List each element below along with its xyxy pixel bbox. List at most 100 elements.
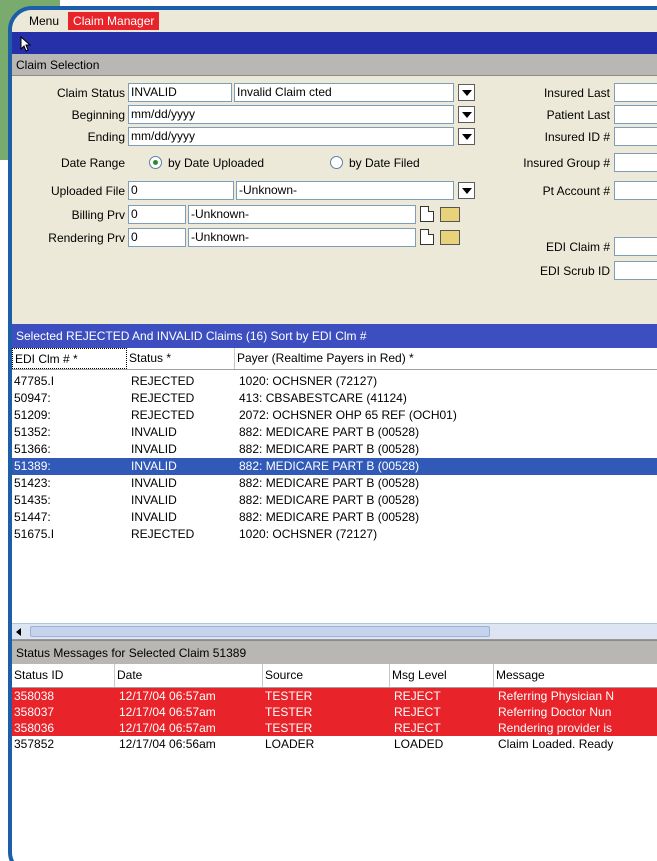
cell-status-id: 358037 <box>14 705 55 719</box>
radio-by-date-filed-label: by Date Filed <box>349 156 420 170</box>
cell-message: Referring Physician N <box>498 689 615 703</box>
table-row[interactable]: 51435: INVALID 882: MEDICARE PART B (00528… <box>12 492 657 509</box>
cell-edi-clm: 51352: <box>14 425 51 439</box>
table-row[interactable]: 51447: INVALID 882: MEDICARE PART B (00528… <box>12 509 657 526</box>
beginning-date-dropdown-button[interactable] <box>458 106 475 123</box>
new-document-icon[interactable] <box>420 206 434 222</box>
new-document-icon[interactable] <box>420 229 434 245</box>
table-row[interactable]: 51675.I REJECTED 1020: OCHSNER (72127) <box>12 526 657 543</box>
table-row[interactable]: 51209: REJECTED 2072: OCHSNER OHP 65 REF (… <box>12 407 657 424</box>
beginning-date-field[interactable]: mm/dd/yyyy <box>128 105 454 124</box>
cell-status: REJECTED <box>131 527 195 541</box>
cell-status-id: 358036 <box>14 721 55 735</box>
open-folder-icon[interactable] <box>440 230 460 245</box>
uploaded-file-field[interactable]: 0 <box>128 181 234 200</box>
title-bar <box>12 32 657 54</box>
cell-edi-clm: 51209: <box>14 408 51 422</box>
cell-payer: 882: MEDICARE PART B (00528) <box>239 493 420 507</box>
status-messages-title: Status Messages for Selected Claim 51389 <box>12 640 657 664</box>
table-row[interactable]: 47785.I REJECTED 1020: OCHSNER (72127) <box>12 373 657 390</box>
cell-date: 12/17/04 06:57am <box>119 705 216 719</box>
insured-last-field[interactable] <box>614 83 657 102</box>
cell-source: TESTER <box>265 705 313 719</box>
patient-last-label: Patient Last <box>546 108 610 122</box>
status-row[interactable]: 357852 12/17/04 06:56am LOADER LOADED Claim … <box>12 736 657 752</box>
billing-prv-desc-field[interactable]: -Unknown- <box>188 205 416 224</box>
insured-group-label: Insured Group # <box>523 156 610 170</box>
cell-edi-clm: 51423: <box>14 476 51 490</box>
cell-status-id: 357852 <box>14 737 55 751</box>
cell-source: TESTER <box>265 689 313 703</box>
cursor-icon <box>20 36 32 52</box>
cell-payer: 1020: OCHSNER (72127) <box>239 374 378 388</box>
cell-edi-clm: 51366: <box>14 442 51 456</box>
cell-status: INVALID <box>131 459 177 473</box>
claim-selection-form: Claim Status INVALID Invalid Claim cted … <box>12 76 657 324</box>
status-row[interactable]: 358038 12/17/04 06:57am TESTER REJECT Referr… <box>12 688 657 704</box>
column-msg-level[interactable]: Msg Level <box>390 664 494 687</box>
claim-status-dropdown-button[interactable] <box>458 84 475 101</box>
insured-id-label: Insured ID # <box>544 130 610 144</box>
table-row-selected[interactable]: 51389: INVALID 882: MEDICARE PART B (00528… <box>12 458 657 475</box>
claims-list-header: Selected REJECTED And INVALID Claims (16… <box>12 324 657 348</box>
cell-payer: 413: CBSABESTCARE (41124) <box>239 391 407 405</box>
scrollbar-thumb[interactable] <box>30 626 490 637</box>
cell-status: INVALID <box>131 442 177 456</box>
uploaded-file-label: Uploaded File <box>50 184 125 198</box>
column-source[interactable]: Source <box>263 664 390 687</box>
column-status[interactable]: Status * <box>127 348 235 369</box>
uploaded-file-dropdown-button[interactable] <box>458 182 475 199</box>
column-payer[interactable]: Payer (Realtime Payers in Red) * <box>235 348 657 369</box>
status-row[interactable]: 358037 12/17/04 06:57am TESTER REJECT Referr… <box>12 704 657 720</box>
claim-status-label: Claim Status <box>56 86 125 100</box>
open-folder-icon[interactable] <box>440 207 460 222</box>
pt-account-field[interactable] <box>614 181 657 200</box>
cell-payer: 882: MEDICARE PART B (00528) <box>239 425 420 439</box>
ending-date-field[interactable]: mm/dd/yyyy <box>128 127 454 146</box>
patient-last-field[interactable] <box>614 105 657 124</box>
claim-status-field[interactable]: INVALID <box>128 83 232 102</box>
pt-account-label: Pt Account # <box>542 184 610 198</box>
column-message[interactable]: Message <box>494 664 657 687</box>
status-row[interactable]: 358036 12/17/04 06:57am TESTER REJECT Render… <box>12 720 657 736</box>
cell-msg-level: REJECT <box>394 721 441 735</box>
horizontal-scrollbar[interactable] <box>12 623 657 639</box>
column-edi-clm[interactable]: EDI Clm # * <box>12 348 127 369</box>
chevron-down-icon <box>461 187 472 194</box>
radio-by-date-uploaded[interactable] <box>149 156 162 169</box>
cell-msg-level: REJECT <box>394 689 441 703</box>
cell-edi-clm: 51389: <box>14 459 51 473</box>
insured-id-field[interactable] <box>614 127 657 146</box>
edi-claim-field[interactable] <box>614 237 657 256</box>
ending-date-dropdown-button[interactable] <box>458 128 475 145</box>
chevron-down-icon <box>461 133 472 140</box>
table-row[interactable]: 51366: INVALID 882: MEDICARE PART B (00528… <box>12 441 657 458</box>
cell-payer: 882: MEDICARE PART B (00528) <box>239 510 420 524</box>
cell-status: REJECTED <box>131 391 195 405</box>
rendering-prv-desc-field[interactable]: -Unknown- <box>188 228 416 247</box>
table-row[interactable]: 51423: INVALID 882: MEDICARE PART B (00528… <box>12 475 657 492</box>
cell-message: Referring Doctor Nun <box>498 705 612 719</box>
rendering-prv-field[interactable]: 0 <box>128 228 186 247</box>
uploaded-file-desc-field[interactable]: -Unknown- <box>236 181 454 200</box>
edi-scrub-field[interactable] <box>614 261 657 280</box>
table-row[interactable]: 51352: INVALID 882: MEDICARE PART B (00528… <box>12 424 657 441</box>
column-date[interactable]: Date <box>115 664 263 687</box>
scroll-left-arrow-icon[interactable] <box>16 627 21 636</box>
claim-status-desc-field[interactable]: Invalid Claim cted <box>234 83 454 102</box>
menubar: Menu Claim Manager <box>12 10 657 32</box>
cell-edi-clm: 47785.I <box>14 374 55 388</box>
insured-last-label: Insured Last <box>543 86 610 100</box>
billing-prv-field[interactable]: 0 <box>128 205 186 224</box>
radio-by-date-filed[interactable] <box>330 156 343 169</box>
cell-edi-clm: 50947: <box>14 391 51 405</box>
cell-msg-level: REJECT <box>394 705 441 719</box>
menu-item-menu[interactable]: Menu <box>26 12 62 30</box>
status-messages-table: Status ID Date Source Msg Level Message … <box>12 664 657 861</box>
column-status-id[interactable]: Status ID <box>12 664 115 687</box>
cell-msg-level: LOADED <box>394 737 444 751</box>
date-range-label: Date Range <box>60 156 125 170</box>
table-row[interactable]: 50947: REJECTED 413: CBSABESTCARE (41124) <box>12 390 657 407</box>
insured-group-field[interactable] <box>614 153 657 172</box>
menu-item-claim-manager[interactable]: Claim Manager <box>68 12 160 30</box>
